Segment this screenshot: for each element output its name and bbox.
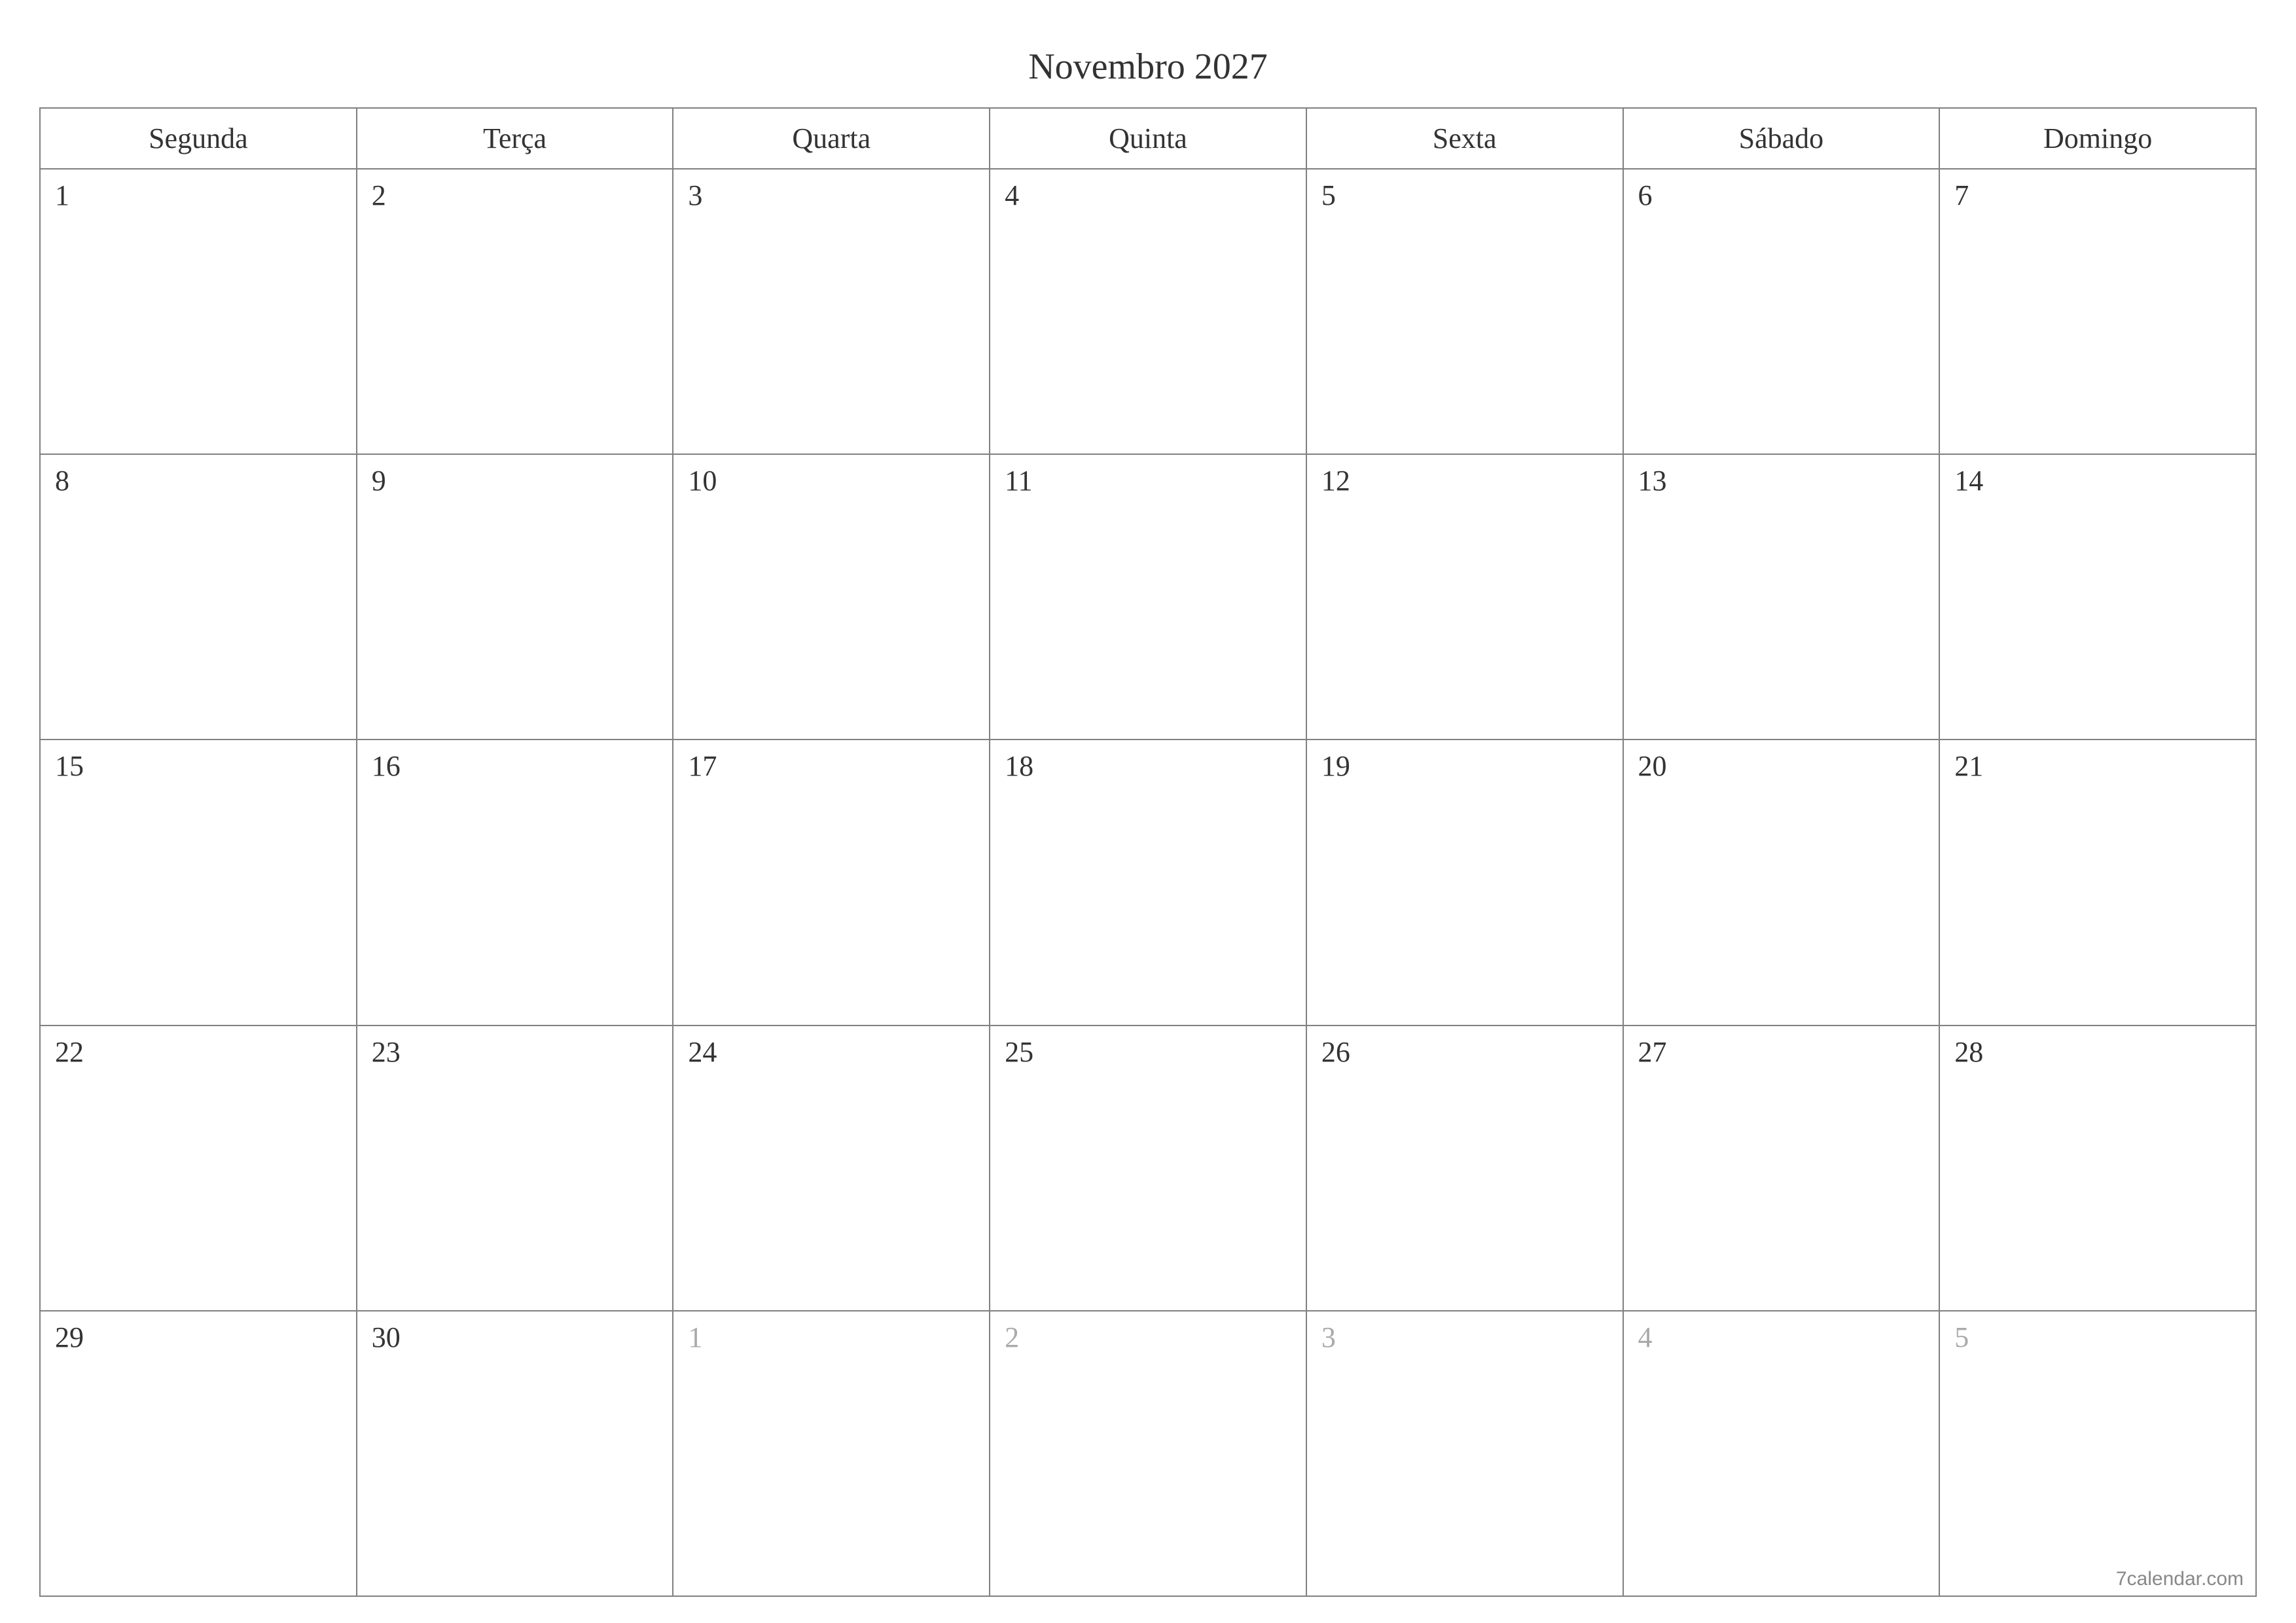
weekday-header: Terça xyxy=(357,108,673,169)
calendar-day-cell-other-month: 5 7calendar.com xyxy=(1939,1311,2256,1596)
calendar-week-row: 1 2 3 4 5 6 7 xyxy=(40,169,2256,454)
calendar-day-cell: 5 xyxy=(1306,169,1623,454)
calendar-day-cell: 20 xyxy=(1623,740,1940,1025)
calendar-day-cell: 13 xyxy=(1623,454,1940,740)
calendar-day-cell: 15 xyxy=(40,740,357,1025)
calendar-day-cell: 3 xyxy=(673,169,990,454)
calendar-day-cell: 25 xyxy=(990,1026,1306,1311)
calendar-day-cell: 27 xyxy=(1623,1026,1940,1311)
calendar-day-cell: 9 xyxy=(357,454,673,740)
calendar-day-cell: 19 xyxy=(1306,740,1623,1025)
calendar-week-row: 15 16 17 18 19 20 21 xyxy=(40,740,2256,1025)
calendar-day-cell: 6 xyxy=(1623,169,1940,454)
calendar-day-cell-other-month: 4 xyxy=(1623,1311,1940,1596)
calendar-body: 1 2 3 4 5 6 7 8 9 10 11 12 13 14 15 16 1… xyxy=(40,169,2256,1596)
calendar-day-cell-other-month: 2 xyxy=(990,1311,1306,1596)
calendar-day-cell: 24 xyxy=(673,1026,990,1311)
footer-attribution: 7calendar.com xyxy=(2116,1568,2244,1590)
calendar-day-cell: 7 xyxy=(1939,169,2256,454)
calendar-day-cell: 2 xyxy=(357,169,673,454)
calendar-day-cell: 17 xyxy=(673,740,990,1025)
calendar-day-cell: 1 xyxy=(40,169,357,454)
calendar-day-cell: 30 xyxy=(357,1311,673,1596)
calendar-week-row: 8 9 10 11 12 13 14 xyxy=(40,454,2256,740)
weekday-header: Segunda xyxy=(40,108,357,169)
weekday-header: Quarta xyxy=(673,108,990,169)
calendar-day-cell-other-month: 1 xyxy=(673,1311,990,1596)
calendar-day-cell: 4 xyxy=(990,169,1306,454)
calendar-day-cell: 8 xyxy=(40,454,357,740)
calendar-day-cell: 28 xyxy=(1939,1026,2256,1311)
calendar-day-cell: 21 xyxy=(1939,740,2256,1025)
calendar-day-cell: 18 xyxy=(990,740,1306,1025)
weekday-header: Quinta xyxy=(990,108,1306,169)
calendar-day-cell: 23 xyxy=(357,1026,673,1311)
calendar-day-cell: 29 xyxy=(40,1311,357,1596)
calendar-day-cell: 22 xyxy=(40,1026,357,1311)
weekday-header: Sábado xyxy=(1623,108,1940,169)
calendar-day-cell: 26 xyxy=(1306,1026,1623,1311)
calendar-day-cell: 10 xyxy=(673,454,990,740)
calendar-day-cell: 14 xyxy=(1939,454,2256,740)
calendar-day-cell: 11 xyxy=(990,454,1306,740)
weekday-header: Sexta xyxy=(1306,108,1623,169)
weekday-header: Domingo xyxy=(1939,108,2256,169)
calendar-day-cell: 12 xyxy=(1306,454,1623,740)
calendar-day-cell: 16 xyxy=(357,740,673,1025)
calendar-day-cell-other-month: 3 xyxy=(1306,1311,1623,1596)
calendar-week-row: 29 30 1 2 3 4 5 7calendar.com xyxy=(40,1311,2256,1596)
calendar-title: Novembro 2027 xyxy=(39,46,2257,88)
calendar-table: Segunda Terça Quarta Quinta Sexta Sábado… xyxy=(39,107,2257,1597)
weekday-header-row: Segunda Terça Quarta Quinta Sexta Sábado… xyxy=(40,108,2256,169)
calendar-week-row: 22 23 24 25 26 27 28 xyxy=(40,1026,2256,1311)
